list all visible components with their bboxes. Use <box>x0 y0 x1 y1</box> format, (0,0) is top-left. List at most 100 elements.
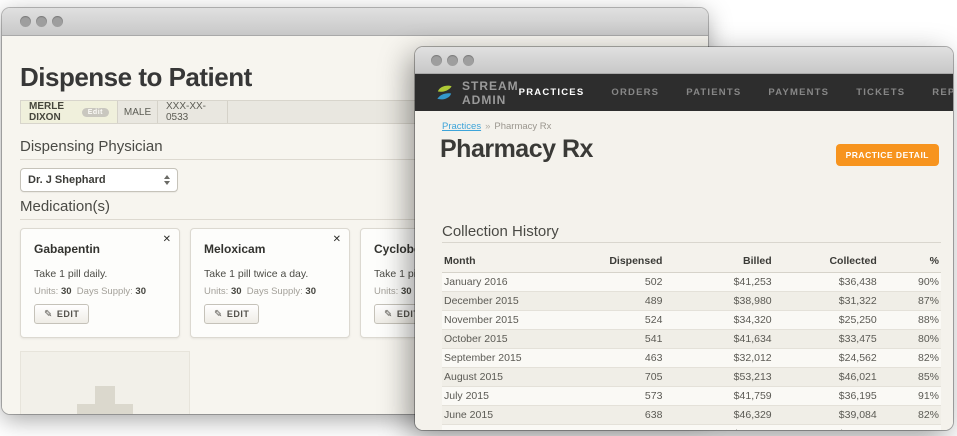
nav-item-tickets[interactable]: TICKETS <box>856 87 905 98</box>
table-cell: 82% <box>879 406 941 425</box>
table-row: January 2016502$41,253$36,43890% <box>442 273 941 292</box>
nav-item-patients[interactable]: PATIENTS <box>686 87 741 98</box>
table-cell: 638 <box>575 406 665 425</box>
physician-selected-value: Dr. J Shephard <box>28 174 164 186</box>
window-zoom-button[interactable] <box>52 16 63 27</box>
window-close-button[interactable] <box>20 16 31 27</box>
medication-directions: Take 1 pill twice a day. <box>204 268 308 280</box>
patient-name-tab[interactable]: MERLE DIXON Edit <box>21 101 118 123</box>
brand-name: STREAM ADMIN <box>462 79 519 107</box>
nav-item-practices[interactable]: PRACTICES <box>519 87 585 98</box>
table-cell: $41,634 <box>664 330 773 349</box>
table-cell: 524 <box>575 311 665 330</box>
column-header-dispensed: Dispensed <box>575 251 665 273</box>
practice-detail-button[interactable]: PRACTICE DETAIL <box>836 144 939 166</box>
table-row: July 2015573$41,759$36,19591% <box>442 387 941 406</box>
close-icon[interactable]: ✕ <box>163 234 171 245</box>
close-icon[interactable]: ✕ <box>333 234 341 245</box>
add-medications-tile[interactable]: ADD MEDICATIONS <box>20 351 190 414</box>
table-cell: 572 <box>575 425 665 431</box>
medication-directions: Take 1 pill daily. <box>34 268 107 280</box>
table-cell: November 2015 <box>442 311 575 330</box>
table-cell: December 2015 <box>442 292 575 311</box>
collection-history-table: Month Dispensed Billed Collected % Janua… <box>442 251 941 430</box>
desktop: Dispense to Patient MERLE DIXON Edit MAL… <box>0 0 957 436</box>
table-cell: $36,195 <box>774 387 879 406</box>
table-cell: $45,292 <box>664 425 773 431</box>
table-cell: $36,438 <box>774 273 879 292</box>
table-cell: 82% <box>879 349 941 368</box>
table-cell: 90% <box>879 273 941 292</box>
table-row: October 2015541$41,634$33,47580% <box>442 330 941 349</box>
table-cell: 88% <box>879 311 941 330</box>
table-cell: $33,475 <box>774 330 879 349</box>
table-cell: $46,021 <box>774 368 879 387</box>
column-header-billed: Billed <box>664 251 773 273</box>
select-stepper-icon <box>164 175 170 185</box>
table-cell: 489 <box>575 292 665 311</box>
table-cell: $31,322 <box>774 292 879 311</box>
edit-medication-button[interactable]: ✎ EDIT <box>204 304 259 324</box>
table-cell: 91% <box>879 387 941 406</box>
breadcrumb-practices-link[interactable]: Practices <box>442 121 481 132</box>
table-row: September 2015463$32,012$24,56282% <box>442 349 941 368</box>
page-title: Pharmacy Rx <box>440 135 593 164</box>
table-header-row: Month Dispensed Billed Collected % <box>442 251 941 273</box>
pencil-icon: ✎ <box>214 309 223 320</box>
table-cell: $53,213 <box>664 368 773 387</box>
medication-name: Meloxicam <box>204 242 265 256</box>
window-close-button[interactable] <box>431 55 442 66</box>
table-cell: May 2015 <box>442 425 575 431</box>
collection-table-body: January 2016502$41,253$36,43890%December… <box>442 273 941 431</box>
table-cell: 502 <box>575 273 665 292</box>
table-cell: 85% <box>879 368 941 387</box>
table-cell: 463 <box>575 349 665 368</box>
table-cell: October 2015 <box>442 330 575 349</box>
breadcrumb: Practices»Pharmacy Rx <box>442 121 551 132</box>
table-cell: September 2015 <box>442 349 575 368</box>
medication-card: Meloxicam ✕ Take 1 pill twice a day. Uni… <box>190 228 350 338</box>
table-cell: 573 <box>575 387 665 406</box>
divider <box>442 242 941 243</box>
top-navbar: STREAM ADMIN PRACTICES ORDERS PATIENTS P… <box>415 74 953 111</box>
window-minimize-button[interactable] <box>36 16 47 27</box>
column-header-collected: Collected <box>774 251 879 273</box>
table-cell: July 2015 <box>442 387 575 406</box>
table-cell: 705 <box>575 368 665 387</box>
patient-edit-badge[interactable]: Edit <box>82 108 109 117</box>
pencil-icon: ✎ <box>384 309 393 320</box>
nav-menu: PRACTICES ORDERS PATIENTS PAYMENTS TICKE… <box>519 87 953 98</box>
table-cell: $41,253 <box>664 273 773 292</box>
table-row: June 2015638$46,329$39,08482% <box>442 406 941 425</box>
plus-icon <box>77 386 133 414</box>
table-cell: $46,329 <box>664 406 773 425</box>
admin-window: STREAM ADMIN PRACTICES ORDERS PATIENTS P… <box>415 47 953 430</box>
table-cell: $24,562 <box>774 349 879 368</box>
nav-item-orders[interactable]: ORDERS <box>611 87 659 98</box>
dispense-window-titlebar <box>2 8 708 36</box>
table-cell: $32,012 <box>664 349 773 368</box>
table-cell: $34,320 <box>664 311 773 330</box>
collection-history-label: Collection History <box>442 223 559 240</box>
table-cell: 80% <box>879 330 941 349</box>
admin-window-titlebar <box>415 47 953 74</box>
table-cell: $38,567 <box>774 425 879 431</box>
page-title: Dispense to Patient <box>20 62 252 93</box>
edit-medication-button[interactable]: ✎ EDIT <box>34 304 89 324</box>
pencil-icon: ✎ <box>44 309 53 320</box>
table-row: November 2015524$34,320$25,25088% <box>442 311 941 330</box>
window-minimize-button[interactable] <box>447 55 458 66</box>
brand: STREAM ADMIN <box>435 79 519 107</box>
medication-name: Gabapentin <box>34 242 100 256</box>
window-zoom-button[interactable] <box>463 55 474 66</box>
patient-sex: MALE <box>118 101 158 123</box>
table-cell: June 2015 <box>442 406 575 425</box>
table-cell: $38,980 <box>664 292 773 311</box>
nav-item-reports[interactable]: REPORTS <box>932 87 953 98</box>
table-cell: $25,250 <box>774 311 879 330</box>
table-cell: $41,759 <box>664 387 773 406</box>
patient-name: MERLE DIXON <box>29 101 75 123</box>
table-cell: 87% <box>879 292 941 311</box>
nav-item-payments[interactable]: PAYMENTS <box>768 87 829 98</box>
physician-select[interactable]: Dr. J Shephard <box>20 168 178 192</box>
